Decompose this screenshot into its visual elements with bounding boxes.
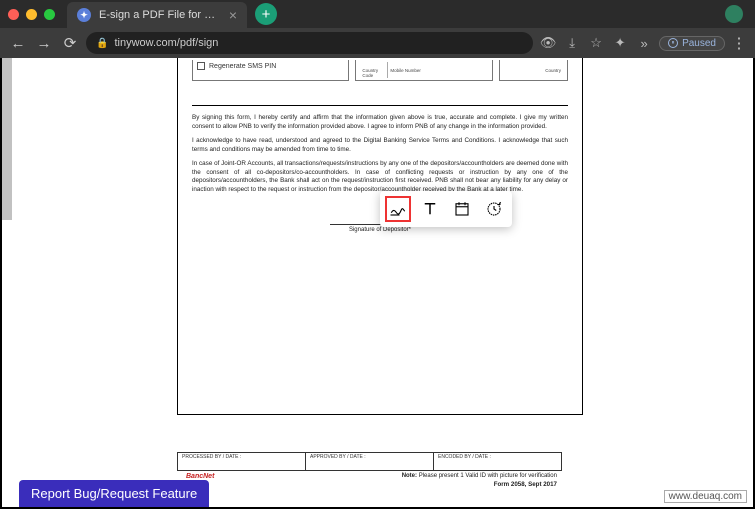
country-code-label: Country Code (360, 62, 388, 78)
declaration-paragraph-3: In case of Joint-OR Accounts, all transa… (178, 160, 582, 194)
install-icon[interactable]: ⤓ (563, 35, 581, 51)
text-icon (421, 200, 439, 218)
pause-indicator-icon: ⏸ (668, 38, 678, 48)
tab-title: E-sign a PDF File for Free (no s (99, 9, 221, 21)
regenerate-label: Regenerate SMS PIN (209, 63, 276, 70)
footer-table: PROCESSED BY / DATE : APPROVED BY / DATE… (177, 452, 562, 471)
declaration-paragraph-1: By signing this form, I hereby certify a… (178, 114, 582, 131)
bancnet-logo: BancNet (186, 473, 214, 480)
browser-tab[interactable]: ✦ E-sign a PDF File for Free (no s × (67, 2, 247, 28)
form-number: Form 2058, Sept 2017 (494, 481, 557, 488)
reload-button[interactable]: ⟳ (60, 34, 80, 52)
watermark: www.deuaq.com (664, 490, 747, 503)
window-close-button[interactable] (8, 9, 19, 20)
paused-label: Paused (682, 38, 716, 49)
star-icon[interactable]: ☆ (587, 35, 605, 51)
profile-paused-button[interactable]: ⏸ Paused (659, 36, 725, 51)
footer-note: Note: Please present 1 Valid ID with pic… (402, 473, 557, 479)
tab-close-icon[interactable]: × (229, 7, 237, 23)
clock-icon (485, 200, 503, 218)
url-text: tinywow.com/pdf/sign (114, 37, 523, 49)
signing-toolbar (380, 191, 512, 227)
declaration-paragraph-2: I acknowledge to have read, understood a… (178, 137, 582, 154)
eye-off-icon[interactable]: 👁 (539, 35, 557, 51)
left-scrollbar[interactable] (2, 58, 12, 220)
date-tool-button[interactable] (449, 196, 475, 222)
tab-favicon-icon: ✦ (77, 8, 91, 22)
extensions-icon[interactable]: ✦ (611, 35, 629, 51)
window-maximize-button[interactable] (44, 9, 55, 20)
signature-icon (389, 200, 407, 218)
address-bar[interactable]: 🔒 tinywow.com/pdf/sign (86, 32, 533, 54)
time-tool-button[interactable] (481, 196, 507, 222)
signature-label: Signature of Depositor* (178, 227, 582, 233)
lock-icon: 🔒 (96, 38, 108, 49)
regenerate-sms-checkbox[interactable]: Regenerate SMS PIN (197, 62, 344, 70)
signature-tool-button[interactable] (385, 196, 411, 222)
profile-avatar[interactable] (725, 5, 743, 23)
forward-button[interactable]: → (34, 35, 54, 52)
share-icon[interactable]: » (635, 36, 653, 51)
approved-by-cell: APPROVED BY / DATE : (306, 453, 434, 470)
window-minimize-button[interactable] (26, 9, 37, 20)
processed-by-cell: PROCESSED BY / DATE : (178, 453, 306, 470)
pdf-page: Regenerate SMS PIN Country Code Mobile N… (177, 58, 583, 415)
new-tab-button[interactable]: + (255, 3, 277, 25)
report-bug-button[interactable]: Report Bug/Request Feature (19, 480, 209, 507)
country-label: Country (504, 62, 563, 73)
encoded-by-cell: ENCODED BY / DATE : (434, 453, 561, 470)
text-tool-button[interactable] (417, 196, 443, 222)
browser-menu-button[interactable]: ⋮ (731, 34, 747, 52)
mobile-number-label: Mobile Number (388, 62, 488, 78)
calendar-icon (453, 200, 471, 218)
back-button[interactable]: ← (8, 35, 28, 52)
